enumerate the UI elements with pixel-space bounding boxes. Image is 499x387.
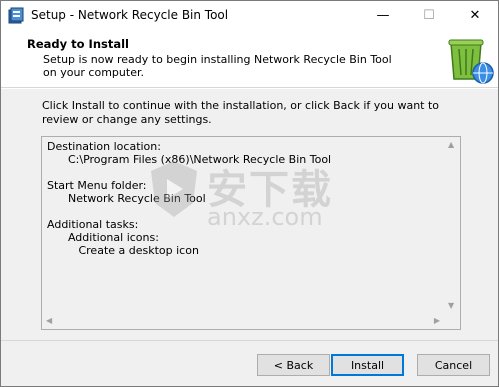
window-title: Setup - Network Recycle Bin Tool	[31, 8, 229, 22]
setup-window: Setup - Network Recycle Bin Tool — ☐ ✕ R…	[0, 0, 499, 387]
page-title: Ready to Install	[27, 37, 130, 51]
scrollbar-corner	[444, 313, 460, 329]
intro-text: Click Install to continue with the insta…	[42, 99, 440, 126]
install-summary-memo[interactable]: Destination location: C:\Program Files (…	[41, 136, 461, 330]
scroll-down-icon[interactable]: ▼	[448, 301, 454, 310]
install-button[interactable]: Install	[331, 354, 404, 376]
summary-text: Destination location: C:\Program Files (…	[47, 140, 332, 257]
maximize-button[interactable]: ☐	[406, 1, 452, 31]
minimize-button[interactable]: —	[360, 1, 406, 31]
scroll-up-icon[interactable]: ▲	[448, 140, 454, 149]
footer-divider	[1, 340, 498, 341]
page-subtitle: Setup is now ready to begin installing N…	[43, 53, 392, 79]
horizontal-scrollbar[interactable]: ◀ ▶	[42, 313, 444, 329]
wizard-header: Ready to Install Setup is now ready to b…	[1, 31, 498, 88]
scroll-left-icon[interactable]: ◀	[46, 316, 52, 325]
title-bar[interactable]: Setup - Network Recycle Bin Tool — ☐ ✕	[1, 1, 498, 31]
cancel-button[interactable]: Cancel	[417, 354, 490, 376]
back-button[interactable]: < Back	[257, 354, 330, 376]
vertical-scrollbar[interactable]: ▲ ▼	[444, 137, 460, 313]
setup-app-icon	[8, 7, 24, 24]
close-button[interactable]: ✕	[452, 1, 498, 31]
header-divider	[1, 88, 498, 89]
recycle-bin-icon	[448, 39, 494, 84]
scroll-right-icon[interactable]: ▶	[434, 316, 440, 325]
